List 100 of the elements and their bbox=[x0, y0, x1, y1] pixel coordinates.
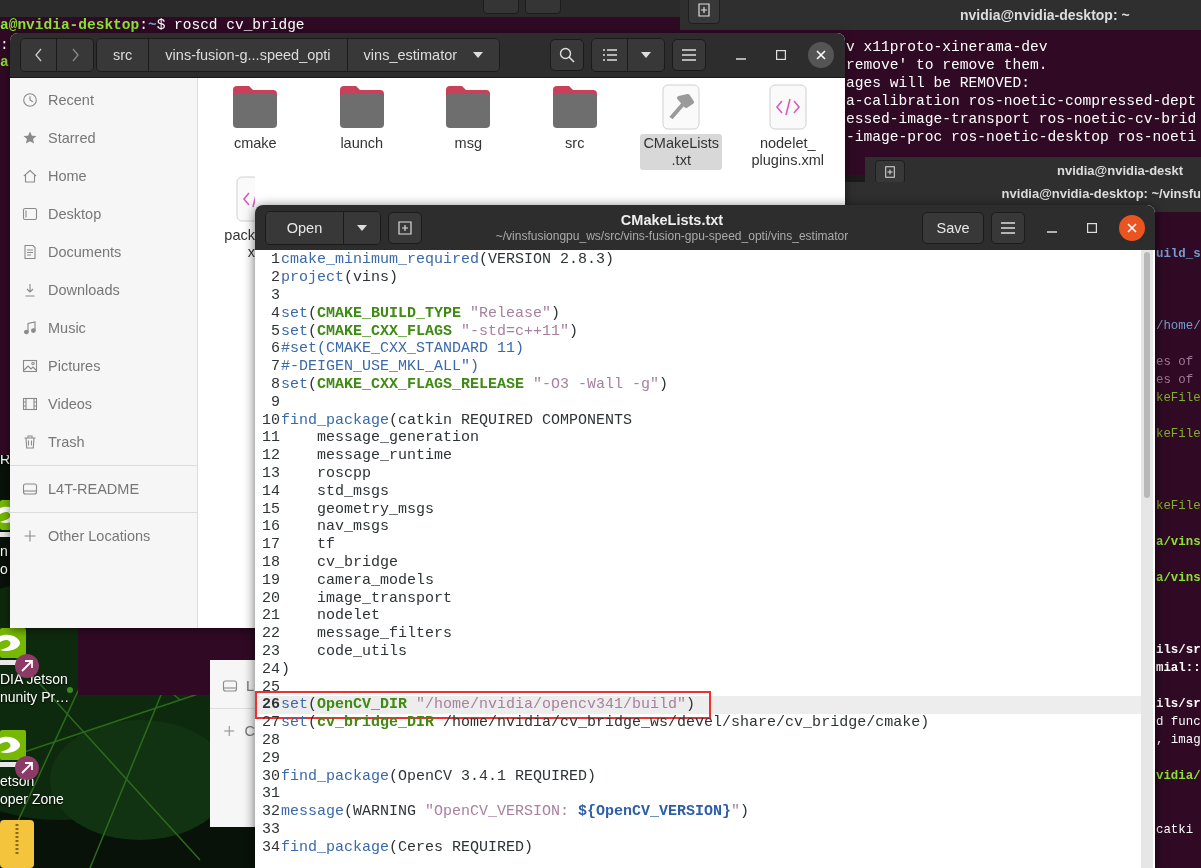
code-line: set(OpenCV_DIR "/home/nvidia/opencv341/build") bbox=[281, 696, 696, 714]
sidebar-item[interactable]: Documents bbox=[10, 233, 197, 271]
line-number: 11 bbox=[261, 429, 280, 447]
new-tab-button[interactable] bbox=[875, 160, 905, 184]
file-name: src bbox=[564, 134, 586, 153]
code-line: geometry_msgs bbox=[316, 500, 435, 518]
file-item[interactable]: cmake bbox=[202, 84, 309, 176]
code-line: camera_models bbox=[316, 571, 435, 589]
folder-icon bbox=[337, 84, 386, 130]
menu-button[interactable] bbox=[991, 211, 1025, 244]
terminal-line: a/vins bbox=[1156, 534, 1201, 551]
window-title: nvidia@nvidia-deskt bbox=[1057, 163, 1184, 178]
menu-button[interactable] bbox=[672, 39, 707, 71]
clock-icon bbox=[22, 92, 38, 108]
terminal-line: es of bbox=[1156, 354, 1194, 371]
search-button[interactable] bbox=[550, 39, 585, 71]
caret-icon bbox=[641, 52, 652, 58]
app-icon[interactable] bbox=[0, 628, 26, 666]
menu-icon bbox=[682, 49, 697, 61]
sidebar-item[interactable]: L bbox=[210, 668, 255, 704]
list-icon bbox=[601, 48, 618, 62]
code-line: set(CMAKE_CXX_FLAGS_RELEASE "-O3 -Wall -g") bbox=[281, 375, 669, 393]
folder-icon bbox=[550, 84, 599, 130]
icon-label: nunity Pr… bbox=[0, 688, 70, 706]
close-button[interactable] bbox=[1119, 214, 1145, 241]
sidebar-item[interactable]: Pictures bbox=[10, 347, 197, 385]
sidebar-item[interactable]: Trash bbox=[10, 423, 197, 461]
file-item[interactable]: nodelet_ plugins.xml bbox=[734, 84, 841, 176]
caret-icon bbox=[357, 224, 367, 231]
terminal-line: es of bbox=[1156, 372, 1194, 389]
sidebar-item[interactable]: Videos bbox=[10, 385, 197, 423]
file-item[interactable]: msg bbox=[415, 84, 522, 176]
open-dropdown-button[interactable] bbox=[344, 211, 380, 244]
line-number: 20 bbox=[261, 589, 280, 607]
file-item[interactable]: CMakeLists .txt bbox=[628, 84, 735, 176]
file-item[interactable]: pack x bbox=[202, 176, 255, 268]
window-title: nvidia@nvidia-desktop: ~/vinsfu bbox=[1001, 186, 1201, 201]
line-number: 13 bbox=[261, 464, 280, 482]
sidebar-item[interactable]: Recent bbox=[10, 81, 197, 119]
sidebar-item[interactable]: Home bbox=[10, 157, 197, 195]
line-number: 28 bbox=[261, 731, 280, 749]
path-dropdown-button[interactable] bbox=[465, 39, 500, 71]
new-tab-button[interactable] bbox=[688, 0, 720, 24]
drive-icon bbox=[222, 678, 238, 694]
file-item[interactable]: launch bbox=[308, 84, 415, 176]
save-button[interactable]: Save bbox=[922, 211, 984, 244]
sidebar-item[interactable]: L4T-README bbox=[10, 470, 197, 508]
open-button[interactable]: Open bbox=[266, 211, 344, 244]
path-segment[interactable]: vins-fusion-g...speed_opti bbox=[149, 39, 348, 71]
code-line: find_package(catkin REQUIRED COMPONENTS bbox=[281, 411, 633, 429]
file-item[interactable]: src bbox=[521, 84, 628, 176]
sidebar-item[interactable]: Other Locations bbox=[10, 517, 197, 555]
code-line: message(WARNING "OpenCV_VERSION: ${OpenCV_VERSION}") bbox=[281, 803, 750, 821]
terminal-line: ils/sr bbox=[1156, 642, 1201, 659]
view-options-button[interactable] bbox=[628, 39, 665, 71]
close-button[interactable] bbox=[808, 42, 835, 68]
line-number: 34 bbox=[261, 838, 280, 856]
new-tab-icon bbox=[697, 3, 711, 17]
window-title: CMakeLists.txt bbox=[620, 211, 724, 228]
line-number: 9 bbox=[270, 393, 280, 411]
sidebar-item[interactable]: Music bbox=[10, 309, 197, 347]
new-tab-icon bbox=[884, 166, 896, 178]
image-icon bbox=[22, 358, 38, 374]
line-number: 31 bbox=[261, 785, 280, 803]
file-name: launch bbox=[339, 134, 385, 153]
maximize-icon bbox=[776, 50, 787, 60]
code-line: image_transport bbox=[316, 589, 453, 607]
back-button[interactable] bbox=[21, 39, 57, 71]
archive-icon[interactable] bbox=[0, 820, 34, 868]
code-line: cv_bridge bbox=[316, 553, 399, 571]
terminal-line: keFile bbox=[1156, 390, 1201, 407]
plus-icon bbox=[22, 528, 38, 544]
code-line: tf bbox=[316, 536, 335, 554]
plus-icon bbox=[222, 723, 237, 739]
close-icon bbox=[1127, 222, 1137, 233]
sidebar-item[interactable]: Desktop bbox=[10, 195, 197, 233]
line-number: 5 bbox=[270, 322, 280, 340]
terminal-line: essed-image-transport ros-noetic-cv-brid bbox=[846, 110, 1197, 128]
line-number: 22 bbox=[261, 625, 280, 643]
path-segment[interactable]: src bbox=[97, 39, 150, 71]
chevron-right-icon bbox=[70, 48, 80, 62]
line-number: 18 bbox=[261, 553, 280, 571]
icon-label: R bbox=[0, 450, 11, 468]
terminal-line: catki bbox=[1156, 822, 1194, 839]
app-icon[interactable] bbox=[0, 730, 26, 768]
new-document-button[interactable] bbox=[388, 211, 422, 244]
line-number: 2 bbox=[270, 269, 280, 287]
list-view-button[interactable] bbox=[592, 39, 629, 71]
scrollbar[interactable] bbox=[1141, 250, 1153, 868]
path-segment[interactable]: vins_estimator bbox=[347, 39, 466, 71]
sidebar-item[interactable]: Starred bbox=[10, 119, 197, 157]
minimize-icon bbox=[1047, 230, 1057, 233]
sidebar-item[interactable]: C bbox=[210, 713, 255, 749]
code-line: message_generation bbox=[316, 429, 480, 447]
icon-label: DIA Jetson bbox=[0, 670, 69, 688]
terminal-line: /home/ bbox=[1156, 318, 1201, 335]
sidebar-item[interactable]: Downloads bbox=[10, 271, 197, 309]
icon-label: n bbox=[0, 542, 8, 560]
line-number: 7 bbox=[270, 358, 280, 376]
terminal-line: remove' to remove them. bbox=[846, 56, 1048, 74]
